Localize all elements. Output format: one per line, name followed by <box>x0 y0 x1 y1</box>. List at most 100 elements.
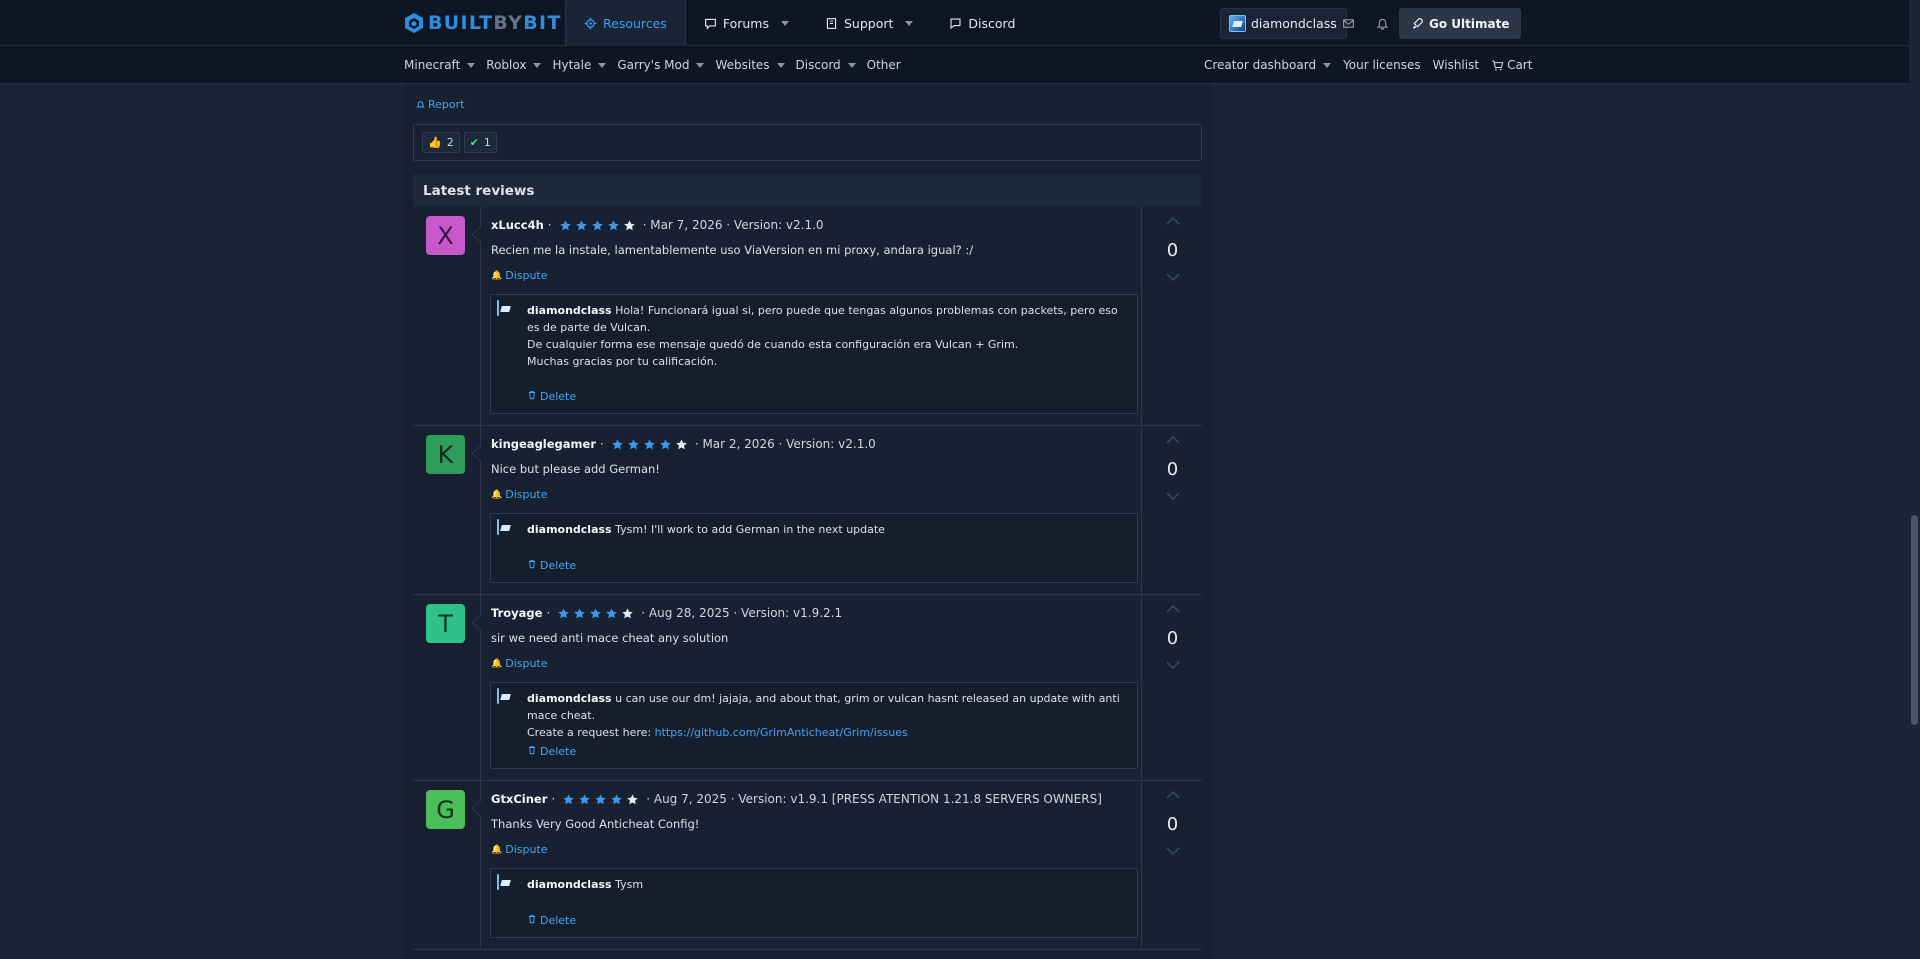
nav-resources[interactable]: Resources <box>565 0 686 46</box>
downvote-button[interactable] <box>1165 846 1180 856</box>
chevron-down-icon <box>1165 273 1180 281</box>
trash-icon <box>527 559 537 572</box>
site-logo[interactable]: BUILTBYBIT <box>404 12 562 34</box>
notifications-button[interactable] <box>1367 8 1397 39</box>
reply-avatar[interactable] <box>497 688 517 709</box>
category-garrys-mod[interactable]: Garry's Mod <box>617 58 705 72</box>
delete-reply-button[interactable]: Delete <box>527 745 576 758</box>
dispute-link[interactable]: 🔔 Dispute <box>491 657 548 670</box>
review-author[interactable]: GtxCiner <box>491 792 547 806</box>
reply-link-prefix: Create a request here: <box>527 726 655 739</box>
star-icon <box>612 438 623 449</box>
reply-text: diamondclass Tysm! I'll work to add Germ… <box>527 521 1129 538</box>
vote-controls: 0 <box>1143 426 1202 594</box>
cart-link[interactable]: Cart <box>1491 58 1532 72</box>
reaction-like[interactable]: 👍 2 <box>422 132 460 153</box>
delete-reply-button[interactable]: Delete <box>527 559 576 572</box>
chevron-up-icon <box>1165 436 1180 444</box>
category-hytale[interactable]: Hytale <box>552 58 607 72</box>
inbox-button[interactable] <box>1333 8 1363 39</box>
review-body: xLucc4h · · Mar 7, 2026 · Version: v2.1.0 R… <box>480 207 1142 425</box>
reply-author[interactable]: diamondclass <box>527 523 612 536</box>
category-websites[interactable]: Websites <box>715 58 785 72</box>
avatar[interactable]: X <box>426 216 465 255</box>
star-icon <box>563 793 574 804</box>
go-ultimate-button[interactable]: Go Ultimate <box>1399 8 1522 39</box>
vote-score: 0 <box>1166 628 1179 649</box>
upvote-button[interactable] <box>1165 790 1180 800</box>
wishlist-link[interactable]: Wishlist <box>1433 58 1479 72</box>
downvote-button[interactable] <box>1165 272 1180 282</box>
user-account-menu[interactable]: diamondclass <box>1220 8 1347 39</box>
your-licenses-link[interactable]: Your licenses <box>1343 58 1421 72</box>
page-scrollbar[interactable] <box>1909 0 1920 959</box>
star-icon <box>627 793 638 804</box>
reply-line: Muchas gracias por tu calificación. <box>527 355 718 368</box>
reply-avatar[interactable] <box>497 300 517 321</box>
review-list: XxLucc4h · · Mar 7, 2026 · Version: v2.1.0… <box>413 207 1202 950</box>
avatar <box>1229 15 1246 32</box>
reaction-agree[interactable]: ✔ 1 <box>463 132 497 153</box>
delete-reply-button[interactable]: Delete <box>527 914 576 927</box>
review-avatar-cell: T <box>413 595 480 780</box>
avatar[interactable]: K <box>426 435 465 474</box>
review-body: GtxCiner · · Aug 7, 2025 · Version: v1.9.1… <box>480 781 1142 949</box>
creator-dashboard-link[interactable]: Creator dashboard <box>1204 58 1332 72</box>
nav-discord[interactable]: Discord <box>931 0 1033 46</box>
nav-forums[interactable]: Forums <box>686 0 807 46</box>
dispute-link[interactable]: 🔔 Dispute <box>491 488 548 501</box>
vote-controls: 0 <box>1143 781 1202 949</box>
star-rating <box>562 793 639 806</box>
upvote-button[interactable] <box>1165 604 1180 614</box>
ultimate-label: Go Ultimate <box>1429 16 1510 31</box>
review-meta: GtxCiner · · Aug 7, 2025 · Version: v1.9.1… <box>491 792 1102 806</box>
username: diamondclass <box>1251 16 1337 31</box>
nav-label: Forums <box>722 15 769 31</box>
review-meta: Troyage · · Aug 28, 2025 · Version: v1.9.2… <box>491 606 842 620</box>
reply-avatar[interactable] <box>497 874 517 895</box>
book-icon <box>825 17 838 30</box>
downvote-button[interactable] <box>1165 491 1180 501</box>
chevron-down-icon <box>781 20 789 26</box>
dispute-link[interactable]: 🔔 Dispute <box>491 269 548 282</box>
chevron-down-icon <box>1165 492 1180 500</box>
dispute-label: Dispute <box>505 657 548 670</box>
review-author[interactable]: kingeaglegamer <box>491 437 596 451</box>
dispute-link[interactable]: 🔔 Dispute <box>491 843 548 856</box>
avatar[interactable]: T <box>426 604 465 643</box>
reply-author[interactable]: diamondclass <box>527 878 612 891</box>
chevron-down-icon <box>598 62 607 68</box>
review-avatar-cell: X <box>413 207 480 425</box>
nav-support[interactable]: Support <box>807 0 931 46</box>
star-icon <box>611 793 622 804</box>
category-other[interactable]: Other <box>867 58 901 72</box>
review-meta: xLucc4h · · Mar 7, 2026 · Version: v2.1.0 <box>491 218 824 232</box>
scrollbar-thumb[interactable] <box>1911 515 1918 725</box>
reply-line: u can use our dm! jajaja, and about that… <box>527 692 1120 722</box>
upvote-button[interactable] <box>1165 216 1180 226</box>
report-link[interactable]: Report <box>416 98 464 111</box>
category-roblox[interactable]: Roblox <box>486 58 542 72</box>
github-issues-link[interactable]: https://github.com/GrimAnticheat/Grim/is… <box>655 726 908 739</box>
delete-reply-button[interactable]: Delete <box>527 390 576 403</box>
reply-author[interactable]: diamondclass <box>527 692 612 705</box>
review-date-version: · Aug 7, 2025 · Version: v1.9.1 [PRESS A… <box>646 792 1102 806</box>
upvote-button[interactable] <box>1165 435 1180 445</box>
downvote-button[interactable] <box>1165 660 1180 670</box>
reply-text: diamondclass Hola! Funcionará igual si, … <box>527 302 1129 370</box>
nav-label: Support <box>844 15 894 31</box>
avatar <box>497 519 499 535</box>
avatar[interactable]: G <box>426 790 465 829</box>
category-minecraft[interactable]: Minecraft <box>404 58 476 72</box>
star-rating <box>559 219 636 232</box>
category-discord[interactable]: Discord <box>796 58 856 72</box>
avatar <box>497 874 499 890</box>
reply-author[interactable]: diamondclass <box>527 304 612 317</box>
reply-line: Hola! Funcionará igual si, pero puede qu… <box>527 304 1118 334</box>
reply-avatar[interactable] <box>497 519 517 540</box>
star-icon <box>606 607 618 618</box>
review-author[interactable]: xLucc4h <box>491 218 544 232</box>
author-reply: diamondclass Tysm Delete <box>490 868 1138 938</box>
review-author[interactable]: Troyage <box>491 606 542 620</box>
review-text: Thanks Very Good Anticheat Config! <box>491 817 700 831</box>
